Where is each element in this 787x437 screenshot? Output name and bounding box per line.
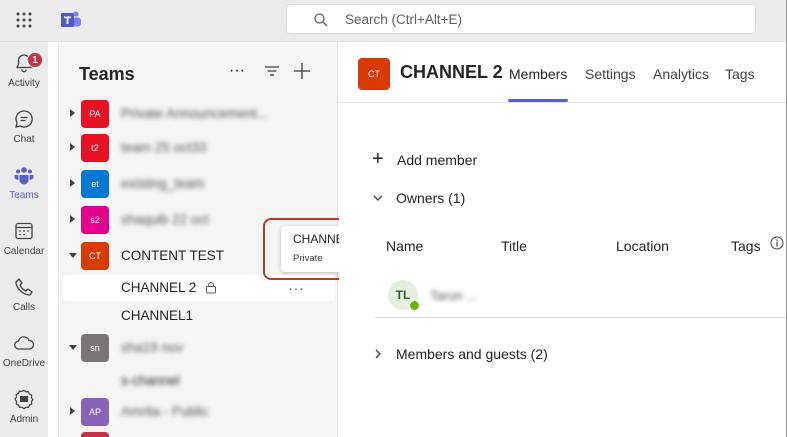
rail-item-onedrive[interactable]: OneDrive [0,328,48,384]
main-content: CT CHANNEL 2 Members Settings Analytics … [339,42,787,437]
rail-label: OneDrive [2,358,46,369]
app-launcher-icon[interactable] [14,10,34,30]
team-row[interactable]: AP Amrita - Public [59,396,339,428]
team-row[interactable]: PA Private Announcement... [59,98,339,130]
member-name-text: Tarun ... [430,288,477,303]
team-name: shaquib 22 oct [121,212,209,227]
column-header-name: Name [386,238,424,254]
channel-avatar: CT [358,58,390,90]
channel-title: CHANNEL 2 [400,62,503,82]
channel-item-channel1[interactable]: CHANNEL1 [63,303,335,329]
team-avatar: AP [81,398,109,426]
rail-item-calendar[interactable]: Calendar [0,216,48,272]
rail-label: Calls [12,302,36,313]
team-avatar: PA [81,100,109,128]
rail-item-chat[interactable]: Chat [0,104,48,160]
team-avatar: t2 [81,134,109,162]
rail-label: Teams [9,190,39,201]
top-bar: Search (Ctrl+Alt+E) [0,0,787,42]
team-name: Amrita - Public [121,404,209,419]
info-icon[interactable] [770,236,784,250]
rail-item-admin[interactable]: Admin [0,384,48,437]
add-member-label: Add member [397,152,478,168]
chevron-right-icon[interactable] [70,407,75,415]
team-name: sha19 nov [121,340,184,355]
presence-available-icon [409,300,420,311]
admin-icon [14,389,34,410]
channel-header: CT CHANNEL 2 Members Settings Analytics … [339,42,787,103]
rail-item-calls[interactable]: Calls [0,272,48,328]
more-options-icon[interactable]: ··· [229,62,251,84]
team-row[interactable]: et existing_team [59,168,339,200]
tab-members[interactable]: Members [509,66,567,82]
search-input[interactable]: Search (Ctrl+Alt+E) [286,4,756,34]
chevron-right-icon[interactable] [70,109,75,117]
owners-section-label: Owners (1) [396,190,466,206]
team-avatar: CT [81,242,109,270]
team-avatar: sn [81,334,109,362]
chevron-down-icon [373,195,383,201]
activity-badge: 1 [27,52,43,68]
members-guests-label: Members and guests (2) [396,346,548,362]
column-header-location: Location [616,238,669,254]
team-name: Private Announcement... [121,106,269,121]
chevron-right-icon[interactable] [70,143,75,151]
chevron-right-icon[interactable] [70,179,75,187]
tab-settings[interactable]: Settings [585,66,636,82]
team-name: team 25 oct33 [121,140,207,155]
tab-analytics[interactable]: Analytics [653,66,709,82]
team-row[interactable]: sn sha19 nov [59,332,339,364]
rail-item-teams[interactable]: Teams [0,160,48,216]
column-header-title: Title [501,238,527,254]
filter-icon[interactable] [261,60,283,82]
active-tab-indicator [508,99,568,102]
chevron-right-icon [375,349,381,359]
team-avatar: s2 [81,206,109,234]
panel-title: Teams [79,64,135,84]
calendar-icon [15,222,33,240]
phone-icon [15,278,33,296]
teams-logo-icon [61,11,81,27]
chat-icon [15,110,33,128]
channel-name: CHANNEL 2 [121,280,197,295]
rail-label: Calendar [3,246,45,257]
team-avatar: et [81,170,109,198]
chevron-down-icon[interactable] [69,345,77,350]
plus-icon: + [372,148,384,170]
search-icon [314,13,328,27]
rail-label: Chat [13,134,35,145]
member-name: Tarun ... [430,288,477,303]
tab-tags[interactable]: Tags [725,66,755,82]
rail-item-activity[interactable]: 1 Activity [0,48,48,104]
channel-name: CHANNEL1 [121,308,194,323]
rail-label: Admin [9,414,39,425]
add-icon[interactable] [291,60,313,82]
lock-icon [206,282,216,294]
channel-more-options-icon[interactable]: ··· [288,280,305,296]
team-avatar-partial [81,432,109,437]
channel-name: s-channel [121,373,180,388]
team-name: CONTENT TEST [121,248,225,263]
column-header-tags: Tags [731,238,761,254]
team-row[interactable]: t2 team 25 oct33 [59,132,339,164]
chevron-down-icon[interactable] [69,253,77,258]
teams-icon [14,167,34,185]
search-placeholder: Search (Ctrl+Alt+E) [345,12,463,27]
channel-item[interactable]: s-channel [63,368,335,394]
member-row[interactable]: TL Tarun ... [375,274,787,318]
rail-label: Activity [8,78,40,89]
app-rail: 1 Activity Chat Teams Calendar Calls One… [0,42,48,437]
cloud-icon [14,336,35,350]
chevron-right-icon[interactable] [70,215,75,223]
team-name: existing_team [121,176,205,191]
